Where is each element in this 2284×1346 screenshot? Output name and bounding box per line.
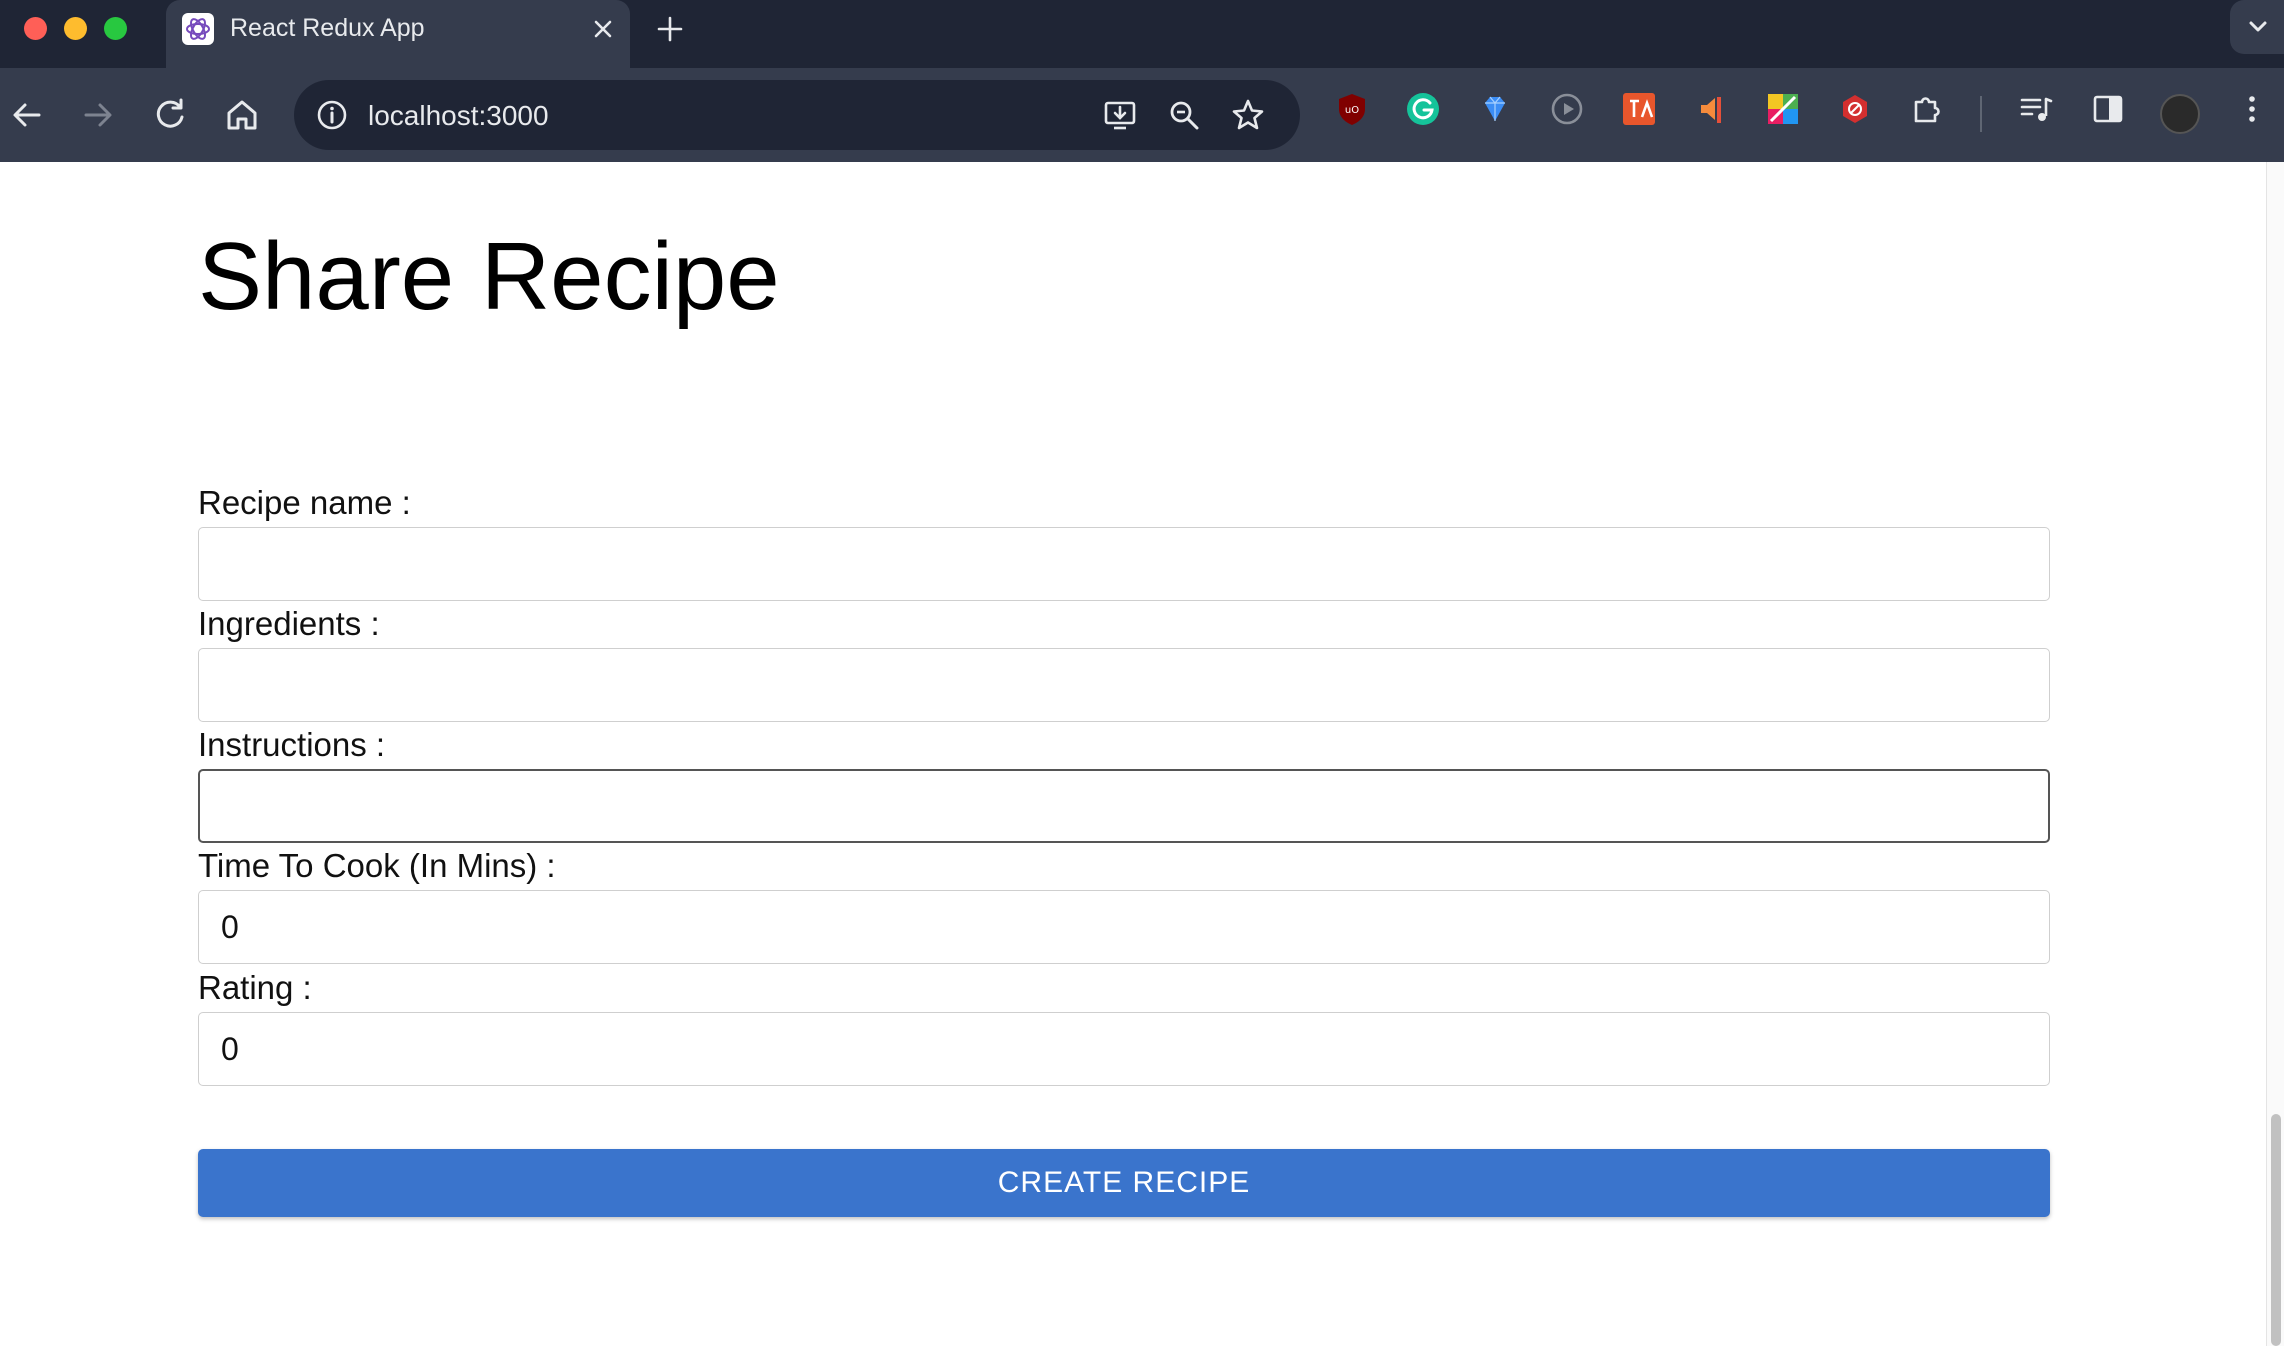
grammarly-extension-icon[interactable] xyxy=(1405,91,1441,127)
tab-title: React Redux App xyxy=(230,14,425,42)
instructions-label: Instructions : xyxy=(198,726,386,763)
home-icon[interactable] xyxy=(220,93,264,137)
video-player-extension-icon[interactable] xyxy=(1549,91,1585,127)
ingredients-input[interactable] xyxy=(198,648,2050,722)
media-controls-icon[interactable] xyxy=(2018,91,2054,127)
rating-label: Rating : xyxy=(198,969,312,1006)
tab-search-button[interactable] xyxy=(2230,0,2284,54)
profile-avatar[interactable] xyxy=(2160,94,2200,134)
time-to-cook-input[interactable] xyxy=(198,890,2050,964)
browser-toolbar: localhost:3000 uO xyxy=(0,68,2284,162)
install-app-icon[interactable] xyxy=(1102,97,1138,133)
bookmark-star-icon[interactable] xyxy=(1230,97,1266,133)
rating-input[interactable] xyxy=(198,1012,2050,1086)
ingredients-label: Ingredients : xyxy=(198,605,380,642)
vertical-scrollbar[interactable] xyxy=(2266,162,2284,1346)
browser-tab[interactable]: React Redux App xyxy=(166,0,630,68)
page-viewport: Share Recipe Recipe name : Ingredients :… xyxy=(0,162,2284,1346)
url-text: localhost:3000 xyxy=(368,100,549,131)
toolbar-separator xyxy=(1980,96,1982,132)
blocker-extension-icon[interactable] xyxy=(1837,91,1873,127)
address-bar[interactable]: localhost:3000 xyxy=(294,80,1300,150)
audio-extension-icon[interactable] xyxy=(1693,91,1729,127)
page-title: Share Recipe xyxy=(198,223,780,330)
site-info-icon[interactable] xyxy=(314,97,350,133)
minimize-window-button[interactable] xyxy=(64,17,87,40)
scrollbar-thumb[interactable] xyxy=(2271,1114,2281,1346)
zoom-icon[interactable] xyxy=(1166,97,1202,133)
create-recipe-button[interactable]: CREATE RECIPE xyxy=(198,1149,2050,1217)
forward-arrow-icon[interactable] xyxy=(76,93,120,137)
close-tab-icon[interactable] xyxy=(588,14,618,44)
react-redux-favicon-icon xyxy=(182,13,214,45)
extensions-puzzle-icon[interactable] xyxy=(1909,91,1945,127)
instructions-input[interactable] xyxy=(198,769,2050,843)
recipe-name-input[interactable] xyxy=(198,527,2050,601)
close-window-button[interactable] xyxy=(24,17,47,40)
maximize-window-button[interactable] xyxy=(104,17,127,40)
color-picker-extension-icon[interactable] xyxy=(1765,91,1801,127)
translate-extension-icon[interactable] xyxy=(1621,91,1657,127)
kebab-menu-icon[interactable] xyxy=(2234,91,2270,127)
ublock-extension-icon[interactable]: uO xyxy=(1334,91,1370,127)
browser-tab-strip: React Redux App xyxy=(0,0,2284,68)
gem-extension-icon[interactable] xyxy=(1477,91,1513,127)
reload-icon[interactable] xyxy=(148,93,192,137)
svg-text:uO: uO xyxy=(1345,105,1359,116)
side-panel-icon[interactable] xyxy=(2090,91,2126,127)
recipe-name-label: Recipe name : xyxy=(198,484,411,521)
new-tab-icon[interactable] xyxy=(654,13,686,45)
time-to-cook-label: Time To Cook (In Mins) : xyxy=(198,847,556,884)
back-arrow-icon[interactable] xyxy=(5,93,49,137)
